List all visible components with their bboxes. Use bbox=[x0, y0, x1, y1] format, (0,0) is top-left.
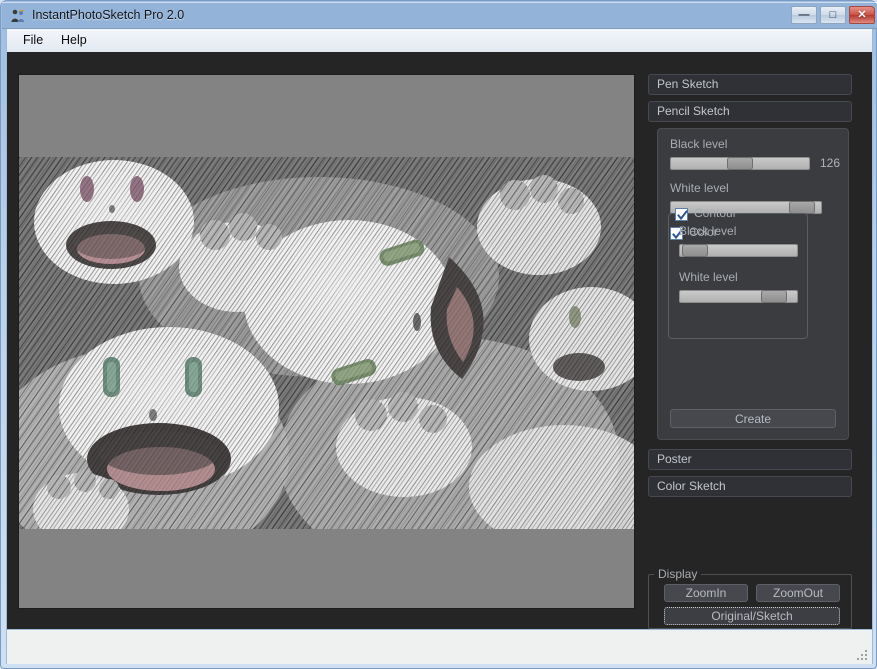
accordion-pencil-sketch[interactable]: Pencil Sketch bbox=[648, 101, 852, 122]
menu-bar: File Help bbox=[6, 29, 873, 52]
menu-item-file[interactable]: File bbox=[15, 31, 51, 50]
zoom-in-button[interactable]: ZoomIn bbox=[664, 584, 748, 602]
accordion-color-sketch[interactable]: Color Sketch bbox=[648, 476, 852, 497]
contour-checkbox-box[interactable] bbox=[675, 208, 688, 221]
contour-white-level-slider[interactable] bbox=[679, 290, 798, 303]
accordion-pen-sketch[interactable]: Pen Sketch bbox=[648, 74, 852, 95]
title-bar: InstantPhotoSketch Pro 2.0 — □ ✕ bbox=[2, 2, 877, 29]
close-button[interactable]: ✕ bbox=[849, 6, 875, 24]
create-button[interactable]: Create bbox=[670, 409, 836, 428]
minimize-button[interactable]: — bbox=[791, 6, 817, 24]
titlebar-highlight bbox=[2, 2, 877, 3]
resize-grip[interactable] bbox=[856, 649, 869, 662]
contour-white-level-slider-thumb[interactable] bbox=[761, 290, 787, 303]
contour-black-level-slider-thumb[interactable] bbox=[682, 244, 708, 257]
application-window: InstantPhotoSketch Pro 2.0 — □ ✕ File He… bbox=[0, 0, 877, 669]
menu-item-help[interactable]: Help bbox=[53, 31, 95, 50]
pencil-sketch-panel: Black level 126 White level Color Contou… bbox=[657, 128, 849, 440]
contour-black-level-slider[interactable] bbox=[679, 244, 798, 257]
image-preview-canvas[interactable] bbox=[18, 74, 635, 609]
zoom-out-button[interactable]: ZoomOut bbox=[756, 584, 840, 602]
black-level-slider-thumb[interactable] bbox=[727, 157, 753, 170]
original-sketch-toggle-button[interactable]: Original/Sketch bbox=[664, 607, 840, 625]
contour-group-box: Contour Black level White level bbox=[668, 206, 808, 339]
maximize-button[interactable]: □ bbox=[820, 6, 846, 24]
minimize-icon: — bbox=[798, 8, 810, 21]
black-level-slider[interactable] bbox=[670, 157, 810, 170]
checkmark-icon bbox=[677, 210, 688, 221]
close-icon: ✕ bbox=[857, 8, 867, 21]
accordion-poster[interactable]: Poster bbox=[648, 449, 852, 470]
maximize-icon: □ bbox=[829, 8, 837, 21]
black-level-value: 126 bbox=[820, 156, 841, 170]
app-people-icon bbox=[10, 8, 26, 24]
white-level-label: White level bbox=[670, 181, 729, 195]
contour-black-level-label: Black level bbox=[679, 224, 737, 238]
effects-side-panel: Pen Sketch Pencil Sketch Black level 126… bbox=[644, 74, 868, 629]
window-title: InstantPhotoSketch Pro 2.0 bbox=[32, 8, 185, 22]
contour-checkbox-label: Contour bbox=[694, 206, 737, 220]
sketch-preview-image bbox=[19, 157, 634, 529]
display-group-label: Display bbox=[654, 567, 702, 581]
status-bar bbox=[6, 629, 873, 664]
black-level-label: Black level bbox=[670, 137, 728, 151]
client-area: Pen Sketch Pencil Sketch Black level 126… bbox=[6, 52, 873, 629]
contour-white-level-label: White level bbox=[679, 270, 738, 284]
